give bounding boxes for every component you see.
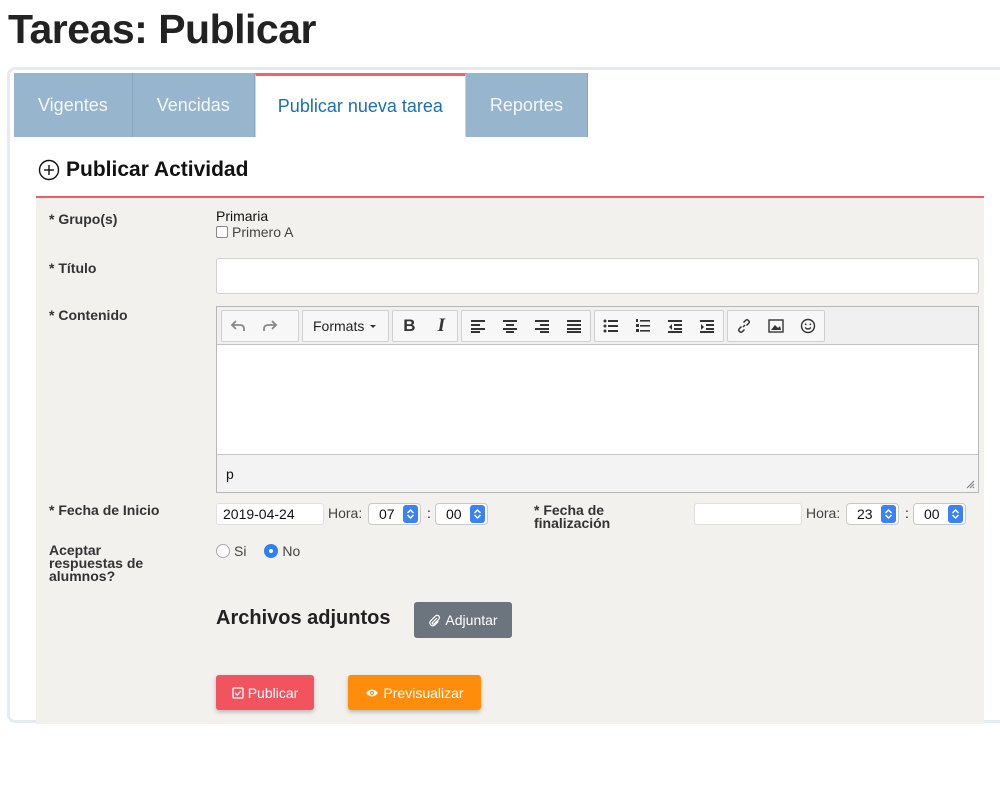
end-date-label: * Fecha de finalización [534,503,611,531]
link-icon[interactable] [728,311,760,341]
align-justify-icon[interactable] [558,311,590,341]
editor-toolbar: Formats B I [217,307,978,345]
undo-icon[interactable] [222,311,254,341]
style-group: B I [392,309,459,342]
plus-circle-icon [38,159,60,181]
radio-yes[interactable]: Si [216,543,246,559]
tab-vencidas[interactable]: Vencidas [132,73,255,137]
publish-form: * Grupo(s) Primaria Primero A * Título *… [36,196,984,724]
history-group [221,309,299,342]
indent-icon[interactable] [691,311,723,341]
start-colon: : [427,505,431,521]
end-date-input[interactable] [694,503,802,525]
radio-no-label: No [282,543,301,559]
start-minute-select[interactable]: 00 [435,503,488,525]
accept-radio-group: Si No [216,543,300,559]
editor-content-area[interactable] [217,345,978,454]
section-header: Publicar Actividad [38,158,248,182]
group-checkbox[interactable] [216,226,228,238]
publish-button[interactable]: Publicar [216,675,314,710]
start-date-label: * Fecha de Inicio [49,502,160,518]
numbered-list-icon[interactable] [627,311,659,341]
bullet-list-icon[interactable] [595,311,627,341]
outdent-icon[interactable] [659,311,691,341]
end-minute-value: 00 [924,506,940,522]
spinner-arrows-icon [469,505,485,523]
tab-vigentes[interactable]: Vigentes [14,73,133,137]
tab-bar: Vigentes Vencidas Publicar nueva tarea R… [14,73,588,137]
paperclip-icon [429,614,441,626]
tasks-panel: Vigentes Vencidas Publicar nueva tarea R… [7,67,1000,724]
publish-button-label: Publicar [247,684,299,701]
title-label: * Título [49,260,97,276]
title-input[interactable] [216,258,979,294]
start-hora-label: Hora: [328,505,363,521]
formats-group: Formats [302,309,390,342]
radio-no[interactable]: No [264,543,300,559]
align-right-icon[interactable] [526,311,558,341]
end-minute-select[interactable]: 00 [913,503,966,525]
align-group [461,309,592,342]
group-option[interactable]: Primero A [216,224,293,240]
spinner-arrows-icon [947,505,963,523]
italic-icon[interactable]: I [425,311,457,341]
start-hour-select[interactable]: 07 [368,503,421,525]
spinner-arrows-icon [402,505,418,523]
formats-dropdown[interactable]: Formats [303,311,388,341]
resize-handle-icon[interactable] [965,479,975,489]
align-center-icon[interactable] [494,311,526,341]
accept-label-line3: alumnos? [49,568,116,584]
element-path[interactable]: p [226,466,234,482]
attach-button-label: Adjuntar [445,612,498,628]
groups-label: * Grupo(s) [49,211,118,227]
attach-button[interactable]: Adjuntar [414,602,512,638]
formats-label: Formats [313,317,365,334]
list-group [594,309,725,342]
group-option-label: Primero A [232,224,294,240]
align-left-icon[interactable] [462,311,494,341]
section-title: Publicar Actividad [66,158,249,181]
tab-publicar-nueva-tarea[interactable]: Publicar nueva tarea [254,73,466,137]
content-label: * Contenido [49,307,128,323]
accept-answers-label: Aceptar respuestas de alumnos? [49,543,143,584]
end-hour-value: 23 [857,506,873,522]
radio-yes-circle[interactable] [216,544,230,558]
insert-group [727,309,826,342]
caret-down-icon [370,324,377,328]
page-title: Tareas: Publicar [8,6,317,52]
emoticon-icon[interactable] [792,311,824,341]
radio-no-circle[interactable] [264,544,279,558]
check-square-icon [232,686,244,699]
editor-statusbar: p [217,454,978,492]
eye-icon [366,689,379,696]
bold-icon[interactable]: B [393,311,425,341]
end-date-label-line2: finalización [534,515,611,531]
preview-button-label: Previsualizar [383,684,464,701]
preview-button[interactable]: Previsualizar [348,675,481,710]
image-icon[interactable] [760,311,792,341]
radio-yes-label: Si [234,543,247,559]
group-name: Primaria [216,208,269,224]
tab-reportes[interactable]: Reportes [465,73,588,137]
start-minute-value: 00 [446,506,462,522]
start-hour-value: 07 [379,506,395,522]
end-colon: : [905,505,909,521]
end-hora-label: Hora: [806,505,841,521]
end-hour-select[interactable]: 23 [846,503,899,525]
redo-icon[interactable] [254,311,286,341]
spinner-arrows-icon [880,505,896,523]
rich-text-editor: Formats B I p [216,306,979,493]
attachments-title: Archivos adjuntos [216,607,391,629]
start-date-input[interactable] [216,503,324,525]
